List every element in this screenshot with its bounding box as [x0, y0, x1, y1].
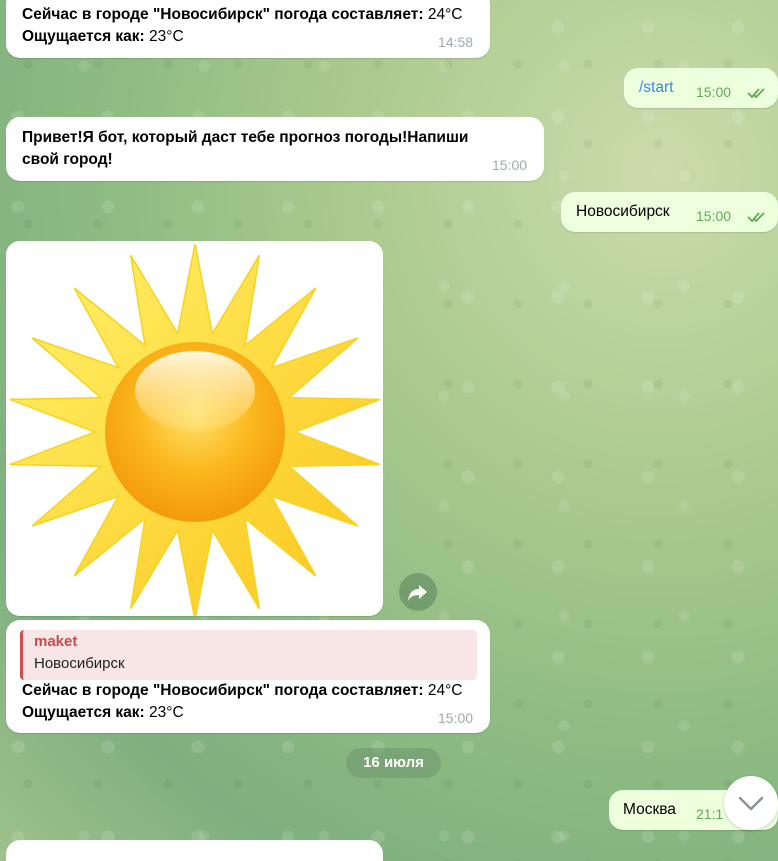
message-line-2: Ощущается как: 23°C — [22, 702, 184, 724]
date-separator: 16 июля — [346, 748, 441, 778]
city-text: Москва — [623, 801, 676, 818]
double-check-icon — [747, 88, 765, 99]
message-bubble-city[interactable]: Новосибирск 15:00 — [561, 192, 778, 232]
message-time: 21:1 — [696, 806, 724, 822]
weather-value: 24°C — [423, 682, 463, 699]
chat-area[interactable]: Сейчас в городе "Новосибирск" погода сос… — [0, 0, 778, 861]
message-time: 15:00 — [492, 157, 528, 173]
message-time: 15:00 — [696, 208, 732, 224]
message-line-2: Ощущается как: 23°C — [22, 26, 184, 48]
feels-like-label: Ощущается как: — [22, 704, 145, 721]
message-time: 15:00 — [696, 84, 732, 100]
scroll-to-bottom-button[interactable] — [724, 776, 778, 830]
message-line-1: Сейчас в городе "Новосибирск" погода сос… — [22, 4, 462, 26]
message-bubble-weather-1[interactable]: Сейчас в городе "Новосибирск" погода сос… — [6, 0, 490, 58]
reply-author: maket — [34, 633, 78, 650]
city-text: Новосибирск — [576, 203, 670, 220]
message-bubble-weather-2[interactable]: maket Новосибирск Сейчас в городе "Новос… — [6, 620, 490, 733]
double-check-icon — [747, 212, 765, 223]
feels-like-value: 23°C — [144, 704, 184, 721]
message-time: 15:00 — [438, 710, 474, 726]
forward-button[interactable] — [399, 573, 437, 611]
sun-image[interactable] — [6, 241, 383, 616]
weather-value: 24°C — [423, 6, 463, 23]
message-line-1: Сейчас в городе "Новосибирск" погода сос… — [22, 680, 462, 702]
reply-quote[interactable]: maket Новосибирск — [20, 630, 477, 680]
message-photo[interactable] — [6, 241, 383, 616]
message-bubble-start[interactable]: /start 15:00 — [624, 68, 778, 108]
weather-label: Сейчас в городе "Новосибирск" погода сос… — [22, 6, 424, 23]
reply-text: Новосибирск — [34, 655, 125, 672]
greeting-line-1: Привет!Я бот, который даст тебе прогноз … — [22, 129, 469, 146]
feels-like-label: Ощущается как: — [22, 28, 145, 45]
share-arrow-icon — [408, 585, 427, 601]
greeting-line-2: свой город! — [22, 151, 113, 168]
message-time: 14:58 — [438, 34, 474, 50]
message-photo-next[interactable] — [6, 840, 383, 861]
message-bubble-greeting[interactable]: Привет!Я бот, который даст тебе прогноз … — [6, 117, 544, 181]
command-link-start[interactable]: /start — [639, 77, 673, 99]
weather-label: Сейчас в городе "Новосибирск" погода сос… — [22, 682, 424, 699]
chevron-down-icon — [738, 796, 764, 811]
feels-like-value: 23°C — [144, 28, 184, 45]
